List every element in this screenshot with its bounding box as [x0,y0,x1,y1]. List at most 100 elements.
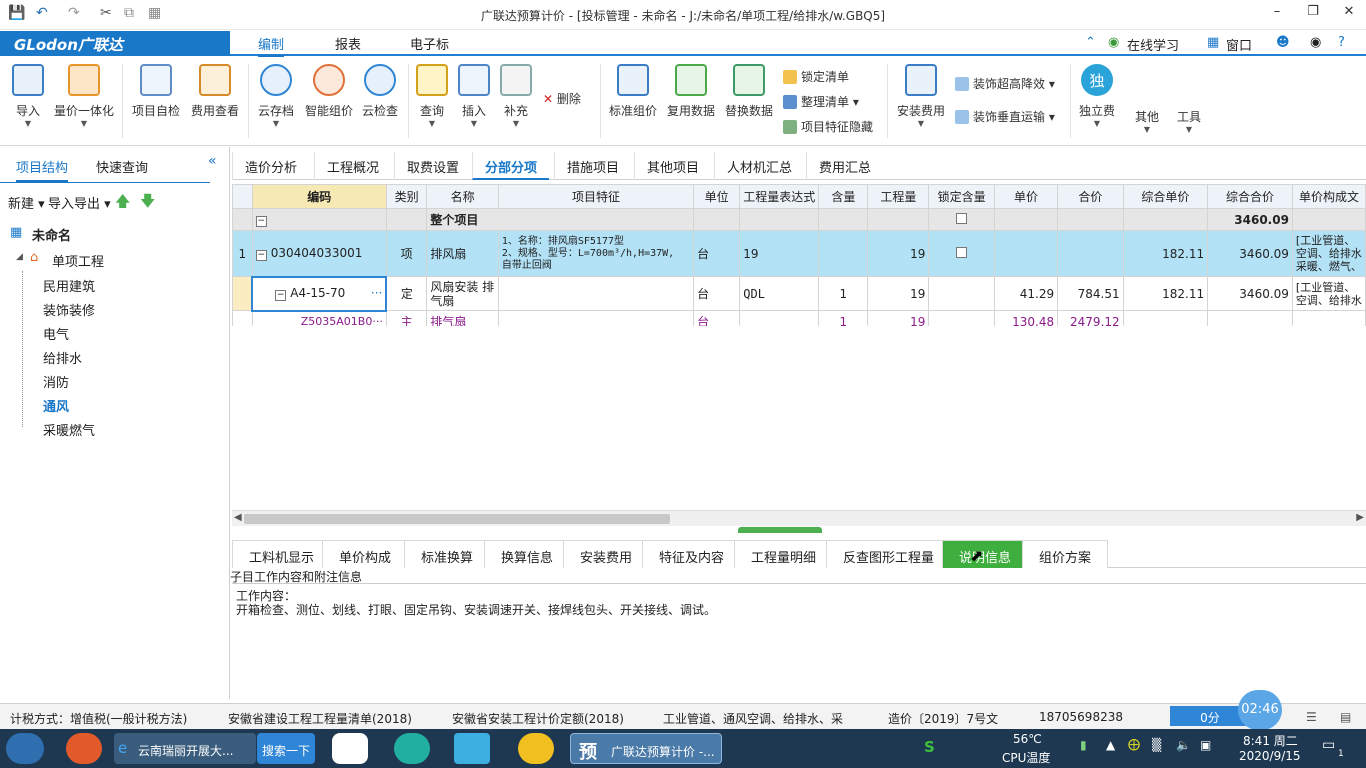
timer-bubble[interactable]: 02:46 [1238,690,1282,730]
clock-time[interactable]: 8:41 周二 [1243,732,1298,749]
tree-item-ventilation[interactable]: 通风 [43,396,69,415]
smart-price-button[interactable]: 智能组价 [302,62,356,119]
tab-price-scheme[interactable]: 组价方案 [1022,540,1109,568]
query-button[interactable]: 查询 ▼ [414,62,450,128]
window-menu[interactable]: 窗口 [1226,35,1252,54]
tab-measures[interactable]: 措施项目 [554,152,631,180]
tab-feature-content[interactable]: 特征及内容 [642,540,742,568]
tree-item-electrical[interactable]: 电气 [43,324,69,343]
move-up-icon[interactable]: 🡅 [115,191,130,216]
tray-up-icon[interactable]: ▲ [1106,738,1115,752]
tree-root[interactable]: 未命名 [32,225,71,244]
super-high-button[interactable]: 装饰超高降效 ▾ [955,75,1055,92]
grid-view-icon[interactable]: ☰ [1306,710,1317,724]
supplement-button[interactable]: 补充 ▼ [498,62,534,128]
collapse-icon[interactable]: − [255,249,267,261]
tab-labor-material[interactable]: 人材机汇总 [714,152,804,180]
col-unit-price[interactable]: 单价 [993,184,1059,209]
organize-list-button[interactable]: 整理清单 ▾ [783,93,859,110]
table-row-whole[interactable]: − 整个项目 3460.09 [232,208,1366,231]
col-qty[interactable]: 工程量 [867,184,930,209]
cloud-check-button[interactable]: 云检查 [358,62,402,119]
restore-icon[interactable]: ❐ [1298,4,1328,19]
import-button[interactable]: 导入 ▼ [8,62,48,128]
self-check-button[interactable]: 项目自检 [130,62,182,119]
tree-item-decoration[interactable]: 装饰装修 [43,300,95,319]
new-button[interactable]: 新建 ▾ [8,193,45,212]
col-content[interactable]: 含量 [818,184,869,209]
install-cost-button[interactable]: 安装费用 ▼ [894,62,948,128]
tab-project-structure[interactable]: 项目结构 [16,157,69,182]
start-icon[interactable] [6,733,44,764]
reuse-data-button[interactable]: 复用数据 [664,62,718,119]
battery-icon[interactable]: ▮ [1080,738,1087,752]
col-price[interactable]: 合价 [1057,184,1124,209]
item-code[interactable]: Z5035A01B0··· [251,310,387,326]
notification-icon[interactable]: ▭ [1322,737,1335,753]
work-content-text[interactable]: 开箱检查、测位、划线、打眼、固定吊钩、安装调速开关、接焊线包头、开关接线、调试。 [236,601,716,618]
tab-install-cost[interactable]: 安装费用 [563,540,650,568]
other-button[interactable]: 其他 ▼ [1130,108,1164,134]
hide-feature-button[interactable]: 项目特征隐藏 [783,118,873,135]
collapse-icon[interactable]: − [275,290,287,301]
tree-item-heating[interactable]: 采暖燃气 [43,420,95,439]
online-learning[interactable]: 在线学习 [1127,35,1179,54]
lock-list-button[interactable]: 锁定清单 [783,68,849,85]
baidu-app-icon[interactable] [332,733,368,764]
menu-report[interactable]: 报表 [335,34,361,53]
menu-ebid[interactable]: 电子标 [410,34,449,53]
tree-item-civil[interactable]: 民用建筑 [43,276,95,295]
collapse-icon[interactable]: − [255,216,267,227]
col-feature[interactable]: 项目特征 [497,184,695,209]
col-comp-unit[interactable]: 综合单价 [1122,184,1209,209]
vertical-transport-button[interactable]: 装饰垂直运输 ▾ [955,108,1055,125]
col-unit[interactable]: 单位 [693,184,741,209]
tab-other-items[interactable]: 其他项目 [634,152,711,180]
tab-sub-items[interactable]: 分部分项 [472,152,550,180]
checkbox-icon[interactable] [956,246,968,258]
standard-price-button[interactable]: 标准组价 [606,62,660,119]
independent-fee-button[interactable]: 独独立费 ▼ [1076,62,1118,128]
close-icon[interactable]: ✕ [1334,4,1364,19]
table-row[interactable]: Z5035A01B0··· 主 排气扇 台 1 19 130.48 2479.1… [232,310,1366,326]
tree-project[interactable]: 单项工程 [52,251,104,270]
minimize-icon[interactable]: – [1262,4,1292,19]
collapse-panel-icon[interactable]: « [208,153,217,169]
brand-logo[interactable]: GLodon广联达 [0,31,230,56]
col-comp-total[interactable]: 综合合价 [1207,184,1293,209]
col-name[interactable]: 名称 [426,184,499,209]
taskbar-ie[interactable]: e 云南瑞丽开展大... [114,733,256,764]
list-view-icon[interactable]: ▤ [1340,710,1351,724]
table-row[interactable]: 1 −030404033001 项 排风扇 1、名称：排风扇SF5177型 2、规… [232,230,1366,277]
taskbar-search[interactable]: 搜索一下 [257,733,315,764]
tab-labor-material-display[interactable]: 工料机显示 [232,540,332,568]
video-app-icon[interactable] [454,733,490,764]
move-down-icon[interactable]: 🡇 [140,191,155,216]
tab-quantity-detail[interactable]: 工程量明细 [734,540,834,568]
delete-button[interactable]: ✕ 删除 [543,90,581,107]
item-feature[interactable]: 1、名称：排风扇SF5177型 2、规格、型号：L=700m³/h,H=37W, 自… [497,230,695,277]
splitter-handle[interactable] [738,527,822,533]
tab-reverse-graphic[interactable]: 反查图形工程量 [826,540,952,568]
col-type[interactable]: 类别 [385,184,428,209]
user-icon[interactable]: ☻ [1276,35,1290,50]
quantity-price-button[interactable]: 量价一体化 ▼ [52,62,116,128]
scroll-left-icon[interactable]: ◀ [234,512,242,523]
table-row[interactable]: − A4-15-70 ··· 定 风扇安装 排气扇 台 QDL 1 19 41.29… [232,275,1366,312]
cloud-save-button[interactable]: 云存档 ▼ [254,62,298,128]
insert-button[interactable]: 插入 ▼ [456,62,492,128]
tab-unit-price-build[interactable]: 单价构成 [322,540,409,568]
more-icon[interactable]: ··· [371,286,382,300]
horizontal-scrollbar[interactable]: ◀ ▶ [232,510,1366,526]
import-export-button[interactable]: 导入导出 ▾ [48,193,111,212]
tools-button[interactable]: 工具 ▼ [1172,108,1206,134]
col-code[interactable]: 编码 [251,184,387,209]
tab-conversion-info[interactable]: 换算信息 [484,540,571,568]
cost-view-button[interactable]: 费用查看 [188,62,242,119]
service-icon[interactable]: ◉ [1310,35,1321,50]
tree-item-fire[interactable]: 消防 [43,372,69,391]
col-build[interactable]: 单价构成文 [1291,184,1366,209]
tab-cost-summary[interactable]: 费用汇总 [806,152,883,180]
tray-s-icon[interactable]: S [924,738,935,756]
signal-icon[interactable]: ▒ [1152,738,1161,752]
